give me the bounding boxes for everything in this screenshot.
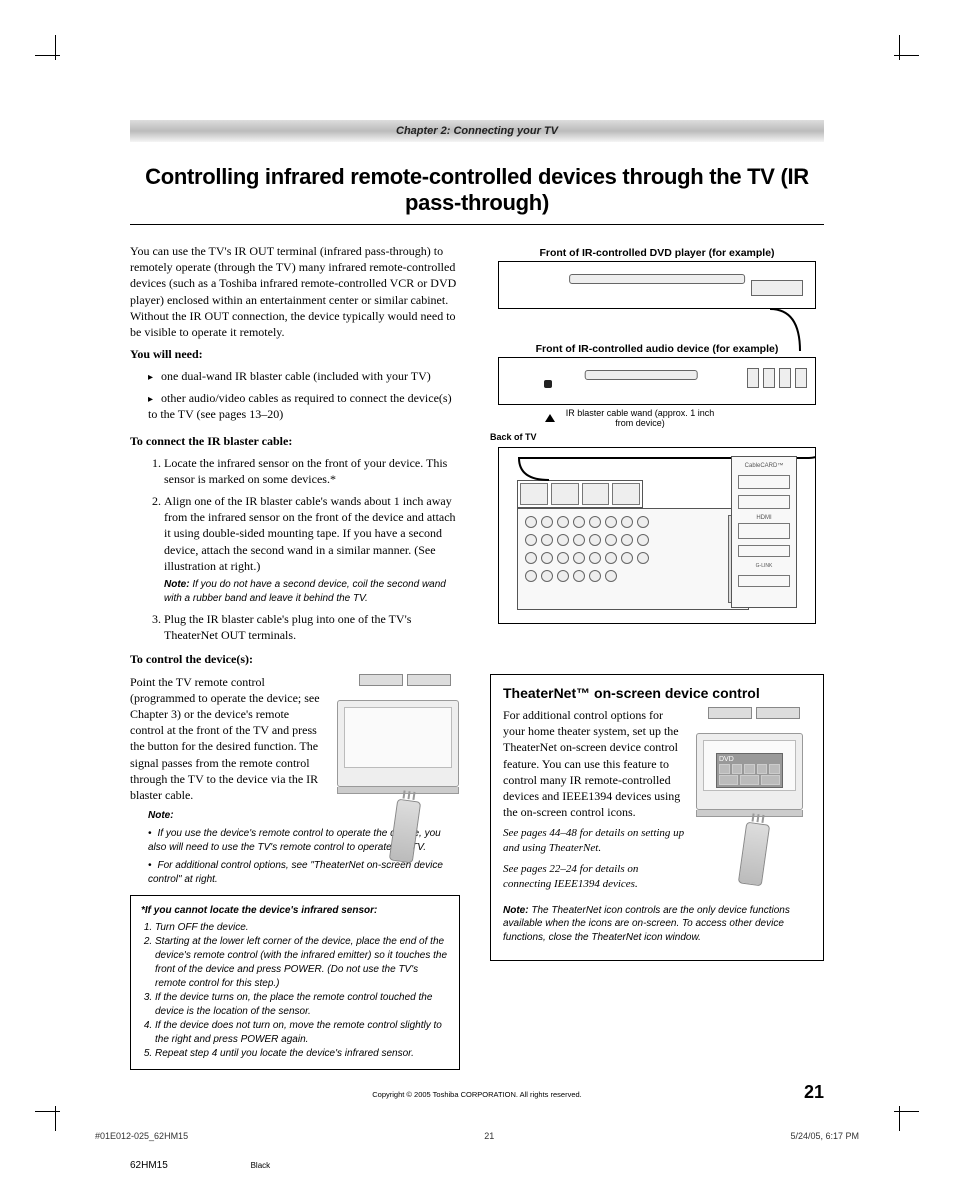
tv-remote-illustration [337,674,472,862]
need-item: other audio/video cables as required to … [148,390,460,423]
note-item: For additional control options, see "The… [148,859,460,887]
theaternet-see2: See pages 22–24 for details on connectin… [503,862,686,892]
locate-sensor-box: *If you cannot locate the device's infra… [130,895,460,1070]
note-label: Note: [164,579,190,590]
connect-step: Plug the IR blaster cable's plug into on… [164,611,460,643]
control-heading: To control the device(s): [130,651,460,667]
footer-black: Black [251,1161,271,1170]
connect-step: Locate the infrared sensor on the front … [164,455,460,487]
cable-curve-icon [490,301,824,361]
footer-date: 5/24/05, 6:17 PM [790,1131,859,1141]
theaternet-note: The TheaterNet icon controls are the onl… [503,905,790,943]
note-label: Note: [148,810,174,821]
audio-front-illustration [498,357,816,405]
connect-step: Align one of the IR blaster cable's wand… [164,493,460,605]
footer-page: 21 [484,1131,494,1141]
theaternet-illustration: DVD [696,707,811,898]
back-of-tv-illustration: CableCARD™ HDMI G-LINK [498,447,816,624]
footer-file: #01E012-025_62HM15 [95,1131,188,1141]
fig-dvd-label: Front of IR-controlled DVD player (for e… [490,247,824,259]
connect-heading: To connect the IR blaster cable: [130,433,460,449]
copyright: Copyright © 2005 Toshiba CORPORATION. Al… [70,1090,884,1099]
title-rule [130,224,824,225]
note-label: Note: [503,905,529,916]
chapter-bar: Chapter 2: Connecting your TV [130,120,824,142]
back-of-tv-label: Back of TV [490,433,537,443]
arrow-icon [545,411,555,426]
locate-step: If the device turns on, the place the re… [155,991,449,1019]
connect-note: If you do not have a second device, coil… [164,579,446,604]
theaternet-title: TheaterNet™ on-screen device control [503,685,811,701]
footer-model: 62HM15 [130,1160,168,1171]
theaternet-see1: See pages 44–48 for details on setting u… [503,826,686,856]
osd-title: DVD [719,756,780,763]
locate-step: If the device does not turn on, move the… [155,1019,449,1047]
need-heading: You will need: [130,346,460,362]
intro-text: You can use the TV's IR OUT terminal (in… [130,243,460,340]
need-item: one dual-wand IR blaster cable (included… [148,368,460,385]
theaternet-box: TheaterNet™ on-screen device control For… [490,674,824,961]
locate-step: Turn OFF the device. [155,921,449,935]
locate-heading: *If you cannot locate the device's infra… [141,905,377,916]
locate-step: Repeat step 4 until you locate the devic… [155,1047,449,1061]
page-number: 21 [804,1082,824,1103]
blaster-label: IR blaster cable wand (approx. 1 inch fr… [565,409,715,429]
control-body: Point the TV remote control (programmed … [130,674,325,804]
theaternet-body: For additional control options for your … [503,707,686,820]
page-title: Controlling infrared remote-controlled d… [130,164,824,216]
locate-step: Starting at the lower left corner of the… [155,935,449,991]
